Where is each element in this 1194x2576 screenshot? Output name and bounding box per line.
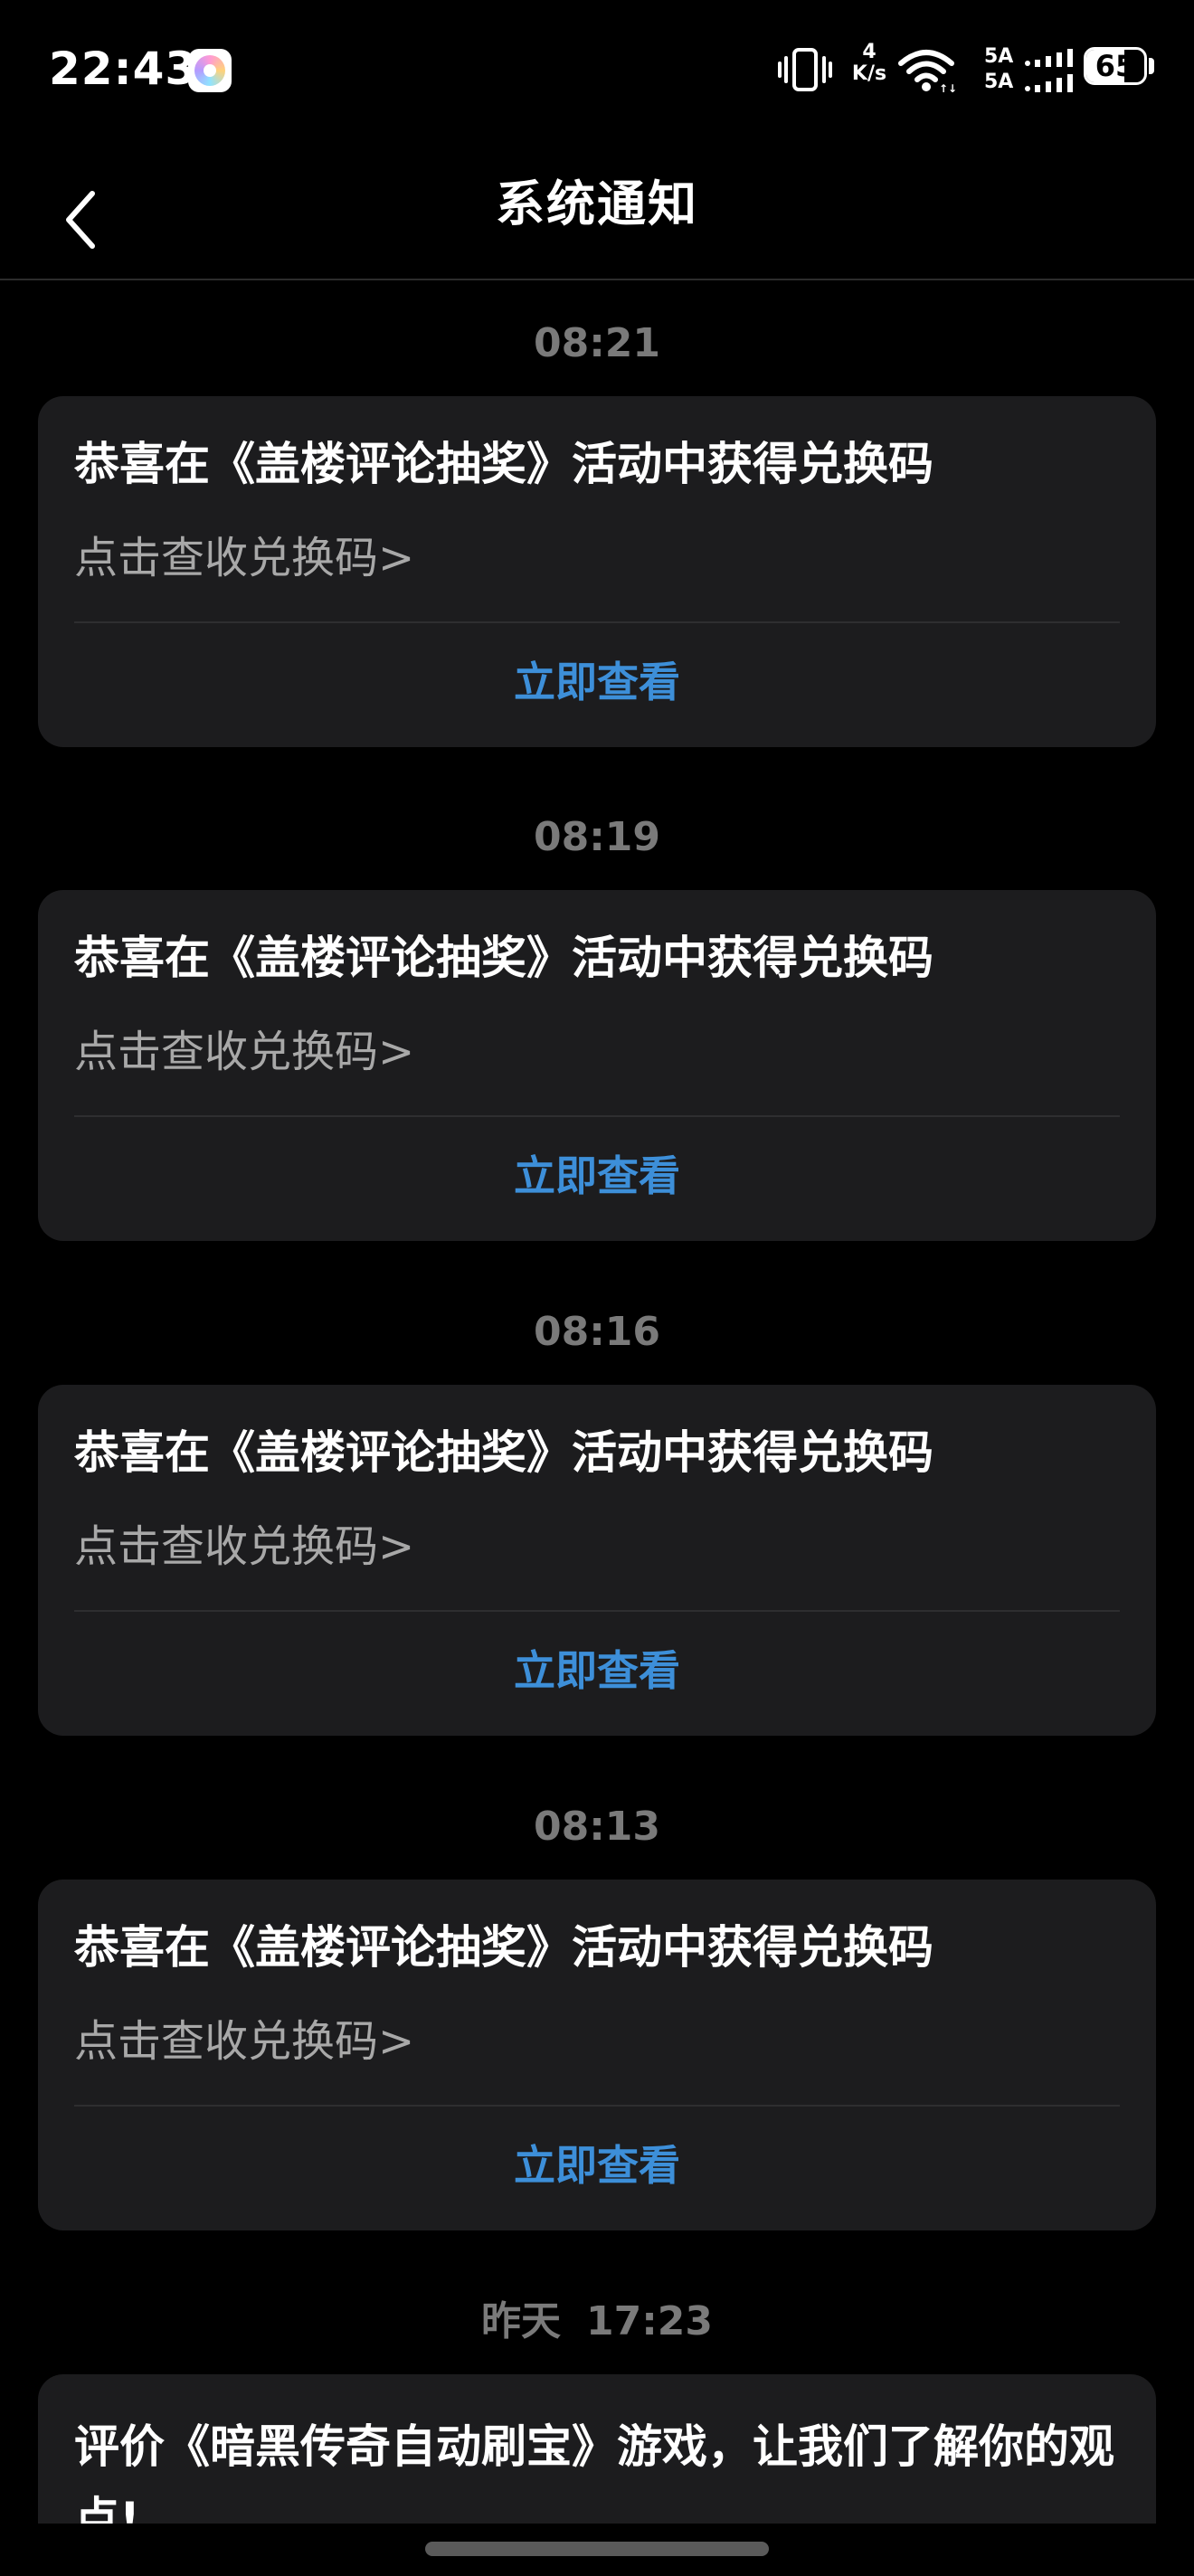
- view-now-button[interactable]: 立即查看: [38, 1149, 1156, 1203]
- view-code-link[interactable]: 点击查收兑换码>: [74, 1020, 414, 1084]
- battery-tip: [1149, 58, 1154, 74]
- card-divider: [74, 1610, 1120, 1612]
- notification-time: 08:13: [533, 1804, 661, 1850]
- notification-title: 恭喜在《盖楼评论抽奖》活动中获得兑换码: [74, 438, 933, 490]
- battery-icon: 65: [1084, 47, 1147, 85]
- notification-day: 昨天: [480, 2298, 561, 2344]
- sim1-signal-icon: [1025, 49, 1073, 67]
- notification-card[interactable]: 恭喜在《盖楼评论抽奖》活动中获得兑换码 点击查收兑换码> 立即查看: [38, 396, 1156, 747]
- card-divider: [74, 1115, 1120, 1117]
- wifi-icon: ↑↓: [898, 50, 955, 94]
- notification-time: 08:16: [533, 1309, 661, 1355]
- status-time: 22:43: [49, 43, 198, 95]
- notification-time: 昨天 17:23: [0, 2295, 1194, 2349]
- notification-card[interactable]: 恭喜在《盖楼评论抽奖》活动中获得兑换码 点击查收兑换码> 立即查看: [38, 1385, 1156, 1736]
- view-now-button[interactable]: 立即查看: [38, 655, 1156, 709]
- notification-clock: 17:23: [585, 2298, 714, 2344]
- cellular-signal: 5A 5A: [984, 45, 1075, 99]
- status-icons: 4 K/s ↑↓ 5A 5A 65: [760, 40, 1194, 103]
- notification-title: 恭喜在《盖楼评论抽奖》活动中获得兑换码: [74, 1921, 933, 1974]
- notification-card[interactable]: 恭喜在《盖楼评论抽奖》活动中获得兑换码 点击查收兑换码> 立即查看: [38, 890, 1156, 1241]
- sim2-label: 5A: [984, 71, 1014, 93]
- view-now-button[interactable]: 立即查看: [38, 2138, 1156, 2192]
- battery-percent: 65: [1094, 49, 1136, 83]
- notification-card[interactable]: 恭喜在《盖楼评论抽奖》活动中获得兑换码 点击查收兑换码> 立即查看: [38, 1880, 1156, 2230]
- network-speed-unit: K/s: [851, 62, 887, 85]
- sim2-signal-icon: [1025, 74, 1073, 92]
- card-divider: [74, 621, 1120, 623]
- notification-time: 08:19: [533, 814, 661, 860]
- page-title: 系统通知: [496, 175, 698, 232]
- notification-time: 08:21: [533, 320, 661, 366]
- network-speed: 4 K/s: [848, 42, 890, 85]
- notification-title: 恭喜在《盖楼评论抽奖》活动中获得兑换码: [74, 932, 933, 984]
- app-notification-icon: [188, 49, 232, 92]
- status-bar: 22:43 4 K/s ↑↓ 5A 5A 65: [0, 0, 1194, 136]
- home-indicator[interactable]: [425, 2542, 769, 2556]
- view-now-button[interactable]: 立即查看: [38, 1643, 1156, 1698]
- card-divider: [74, 2105, 1120, 2107]
- network-speed-value: 4: [862, 41, 877, 63]
- vibrate-icon: [778, 48, 832, 91]
- sim1-label: 5A: [984, 45, 1014, 68]
- svg-text:↑↓: ↑↓: [939, 82, 955, 94]
- view-code-link[interactable]: 点击查收兑换码>: [74, 526, 414, 590]
- view-code-link[interactable]: 点击查收兑换码>: [74, 1515, 414, 1578]
- view-code-link[interactable]: 点击查收兑换码>: [74, 2010, 414, 2073]
- notification-title: 恭喜在《盖楼评论抽奖》活动中获得兑换码: [74, 1426, 933, 1479]
- notification-list[interactable]: 08:21 恭喜在《盖楼评论抽奖》活动中获得兑换码 点击查收兑换码> 立即查看 …: [0, 280, 1194, 2576]
- nav-bar: 系统通知: [0, 136, 1194, 280]
